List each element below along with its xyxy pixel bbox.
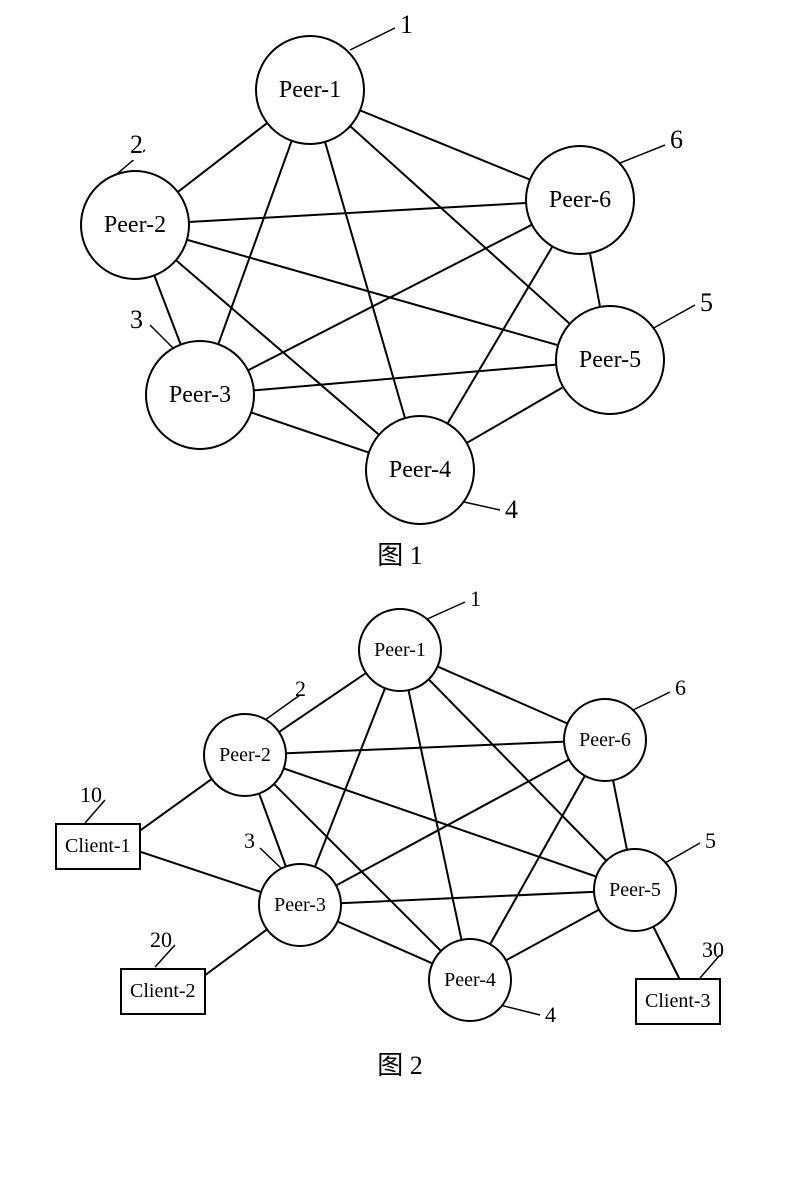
- peer-label: Peer-5: [579, 347, 641, 374]
- peer-node-1: Peer-1: [255, 35, 365, 145]
- peer-label: Peer-2: [219, 744, 271, 767]
- peer-node-5: Peer-5: [555, 305, 665, 415]
- ref-num-5: 5: [700, 288, 713, 318]
- peer-label: Peer-3: [169, 382, 231, 409]
- peer-node-3: Peer-3: [145, 340, 255, 450]
- ref-num-c2: 20: [150, 927, 172, 953]
- peer-node-4: Peer-4: [428, 938, 512, 1022]
- ref-num-3: 3: [130, 305, 143, 335]
- figure-1: Peer-1 Peer-2 Peer-3 Peer-4 Peer-5 Peer-…: [0, 0, 800, 570]
- peer-node-6: Peer-6: [525, 145, 635, 255]
- peer-label: Peer-2: [104, 212, 166, 239]
- client-label: Client-2: [130, 980, 196, 1003]
- peer-label: Peer-4: [389, 457, 451, 484]
- ref-num-1: 1: [470, 586, 481, 612]
- peer-label: Peer-6: [579, 729, 631, 752]
- peer-node-4: Peer-4: [365, 415, 475, 525]
- peer-node-1: Peer-1: [358, 608, 442, 692]
- figure-1-caption: 图 1: [0, 535, 800, 572]
- figure-2-caption: 图 2: [0, 1045, 800, 1082]
- figure-2: Peer-1 Peer-2 Peer-3 Peer-4 Peer-5 Peer-…: [0, 570, 800, 1183]
- peer-node-5: Peer-5: [593, 848, 677, 932]
- peer-label: Peer-3: [274, 894, 326, 917]
- peer-label: Peer-6: [549, 187, 611, 214]
- ref-num-2: 2: [295, 676, 306, 702]
- peer-label: Peer-4: [444, 969, 496, 992]
- client-node-1: Client-1: [55, 823, 141, 870]
- ref-num-6: 6: [670, 125, 683, 155]
- ref-num-c3: 30: [702, 937, 724, 963]
- client-node-2: Client-2: [120, 968, 206, 1015]
- ref-num-4: 4: [505, 495, 518, 525]
- peer-node-6: Peer-6: [563, 698, 647, 782]
- ref-num-c1: 10: [80, 782, 102, 808]
- ref-num-5: 5: [705, 828, 716, 854]
- ref-num-2: 2: [130, 130, 143, 160]
- peer-node-2: Peer-2: [203, 713, 287, 797]
- ref-num-1: 1: [400, 10, 413, 40]
- client-label: Client-1: [65, 835, 131, 858]
- client-node-3: Client-3: [635, 978, 721, 1025]
- peer-label: Peer-1: [374, 639, 426, 662]
- client-label: Client-3: [645, 990, 711, 1013]
- peer-label: Peer-5: [609, 879, 661, 902]
- peer-node-2: Peer-2: [80, 170, 190, 280]
- ref-num-3: 3: [244, 828, 255, 854]
- peer-node-3: Peer-3: [258, 863, 342, 947]
- peer-label: Peer-1: [279, 77, 341, 104]
- ref-num-4: 4: [545, 1002, 556, 1028]
- ref-num-6: 6: [675, 675, 686, 701]
